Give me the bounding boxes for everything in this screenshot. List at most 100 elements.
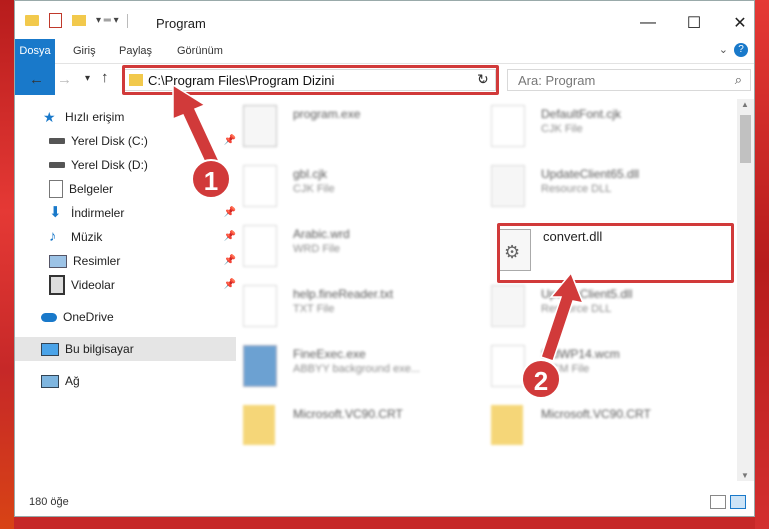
folder-icon [243,405,275,445]
window-title: Program [156,16,206,31]
ribbon-tabs: Dosya Giriş Paylaş Görünüm ⌄ ? [15,39,754,95]
list-item[interactable]: UpdateClient65.dll Resource DLL [481,161,711,217]
list-item[interactable]: Microsoft.VC90.CRT [481,401,711,457]
file-name: Microsoft.VC90.CRT [541,407,651,421]
search-placeholder: Ara: Program [518,73,596,88]
sidebar-item-local-disk-c[interactable]: Yerel Disk (C:) 📌 [15,129,244,153]
tab-home[interactable]: Giriş [63,39,106,63]
videos-icon [49,275,65,295]
separator [126,13,128,28]
sidebar-item-label: İndirmeler [71,206,125,220]
sidebar-item-label: Yerel Disk (C:) [71,134,148,148]
tab-view[interactable]: Görünüm [167,39,233,63]
forward-button[interactable]: → [57,71,72,88]
list-item[interactable]: Microsoft.VC90.CRT [233,401,463,457]
list-item[interactable]: UpdateClient5.dll Resource DLL [481,281,711,337]
sidebar-item-label: Videolar [71,278,115,292]
list-item[interactable]: program.exe [233,101,463,157]
quick-access-toolbar: ▾ ═ ▾ [25,13,128,28]
file-list: program.exe DefaultFont.cjk CJK File gbl… [211,99,745,481]
sidebar-item-label: Ağ [65,374,80,388]
tab-share[interactable]: Paylaş [109,39,162,63]
file-name: UpdateClient5.dll [541,287,633,301]
text-file-icon [243,285,277,327]
file-type: WRD File [293,243,341,255]
file-type: Resource DLL [541,183,612,195]
step-badge-2: 2 [521,359,561,399]
desktop-background-left [0,0,14,529]
minimize-button[interactable]: — [625,9,671,37]
sidebar-item-this-pc[interactable]: Bu bilgisayar [15,337,236,361]
network-icon [41,374,59,388]
file-type: TXT File [293,303,335,315]
document-file-icon [491,345,525,387]
back-button[interactable]: ← [29,71,44,88]
sidebar-item-pictures[interactable]: Resimler 📌 [15,249,244,273]
sidebar-item-label: Müzik [71,230,103,244]
sidebar-item-music[interactable]: ♪ Müzik 📌 [15,225,244,249]
file-type: ABBYY background exe... [293,363,420,375]
file-type: CJK File [541,123,583,135]
sidebar-item-onedrive[interactable]: OneDrive [15,305,236,329]
sidebar-item-label: Hızlı erişim [65,110,125,124]
list-item[interactable]: gbl.cjk CJK File [233,161,463,217]
star-icon: ★ [43,109,56,125]
scrollbar-thumb[interactable] [740,115,751,163]
document-file-icon [491,105,525,147]
file-name: gbl.cjk [293,167,328,181]
chevron-down-icon[interactable]: ⌄ [719,43,728,56]
title-bar: ▾ ═ ▾ Program — ☐ ✕ [15,1,754,41]
list-item[interactable]: StdWP14.wcm WCM File [481,341,711,397]
file-name: Arabic.wrd [293,227,350,241]
sidebar-item-downloads[interactable]: ⬇ İndirmeler 📌 [15,201,244,225]
dll-file-icon [491,165,525,207]
file-name: Microsoft.VC90.CRT [293,407,403,421]
list-item[interactable]: Arabic.wrd WRD File [233,221,463,277]
exe-file-icon [243,105,277,147]
cloud-icon [41,312,57,322]
new-folder-icon[interactable] [72,15,86,26]
properties-icon[interactable] [49,13,62,28]
sidebar-item-label: Bu bilgisayar [65,342,134,356]
scroll-down-icon[interactable]: ▼ [741,471,749,480]
dll-file-icon [491,285,525,327]
customize-toolbar-icon[interactable]: ▾ ═ ▾ [96,15,119,26]
up-button[interactable]: ↑ [101,69,109,86]
exe-file-icon [243,345,277,387]
scroll-up-icon[interactable]: ▲ [741,100,749,109]
drive-icon [49,138,65,144]
pictures-icon [49,254,67,268]
desktop-background-right [755,0,769,529]
sidebar-item-quick-access[interactable]: ★ Hızlı erişim [15,105,238,129]
sidebar-item-videos[interactable]: Videolar 📌 [15,273,244,297]
file-type: Resource DLL [541,303,612,315]
status-bar: 180 öğe [15,489,754,516]
file-name: StdWP14.wcm [541,347,620,361]
file-name: help.fineReader.txt [293,287,394,301]
step-badge-1: 1 [191,159,231,199]
recent-locations-icon[interactable]: ▾ [85,73,90,84]
item-count: 180 öğe [29,496,69,508]
close-button[interactable]: ✕ [717,9,754,37]
large-icons-view-icon[interactable] [730,495,746,509]
vertical-scrollbar[interactable]: ▲ ▼ [737,99,754,481]
drive-icon [49,162,65,168]
computer-icon [41,342,59,356]
list-item[interactable]: DefaultFont.cjk CJK File [481,101,711,157]
search-icon: ⌕ [734,72,742,87]
sidebar-item-network[interactable]: Ağ [15,369,236,393]
sidebar-item-label: Yerel Disk (D:) [71,158,148,172]
download-icon: ⬇ [49,204,62,221]
help-icon[interactable]: ? [734,43,748,57]
list-item[interactable]: FineExec.exe ABBYY background exe... [233,341,463,397]
maximize-button[interactable]: ☐ [671,9,717,37]
sidebar-item-label: Resimler [73,254,121,268]
navigation-pane: ★ Hızlı erişim Yerel Disk (C:) 📌 Yerel D… [15,101,236,481]
search-box[interactable]: Ara: Program ⌕ [507,69,751,91]
document-file-icon [243,225,277,267]
file-name: DefaultFont.cjk [541,107,622,121]
file-highlight [497,223,734,283]
explorer-window: ▾ ═ ▾ Program — ☐ ✕ Dosya Giriş Paylaş G… [14,0,755,517]
list-item[interactable]: help.fineReader.txt TXT File [233,281,463,337]
details-view-icon[interactable] [710,495,726,509]
